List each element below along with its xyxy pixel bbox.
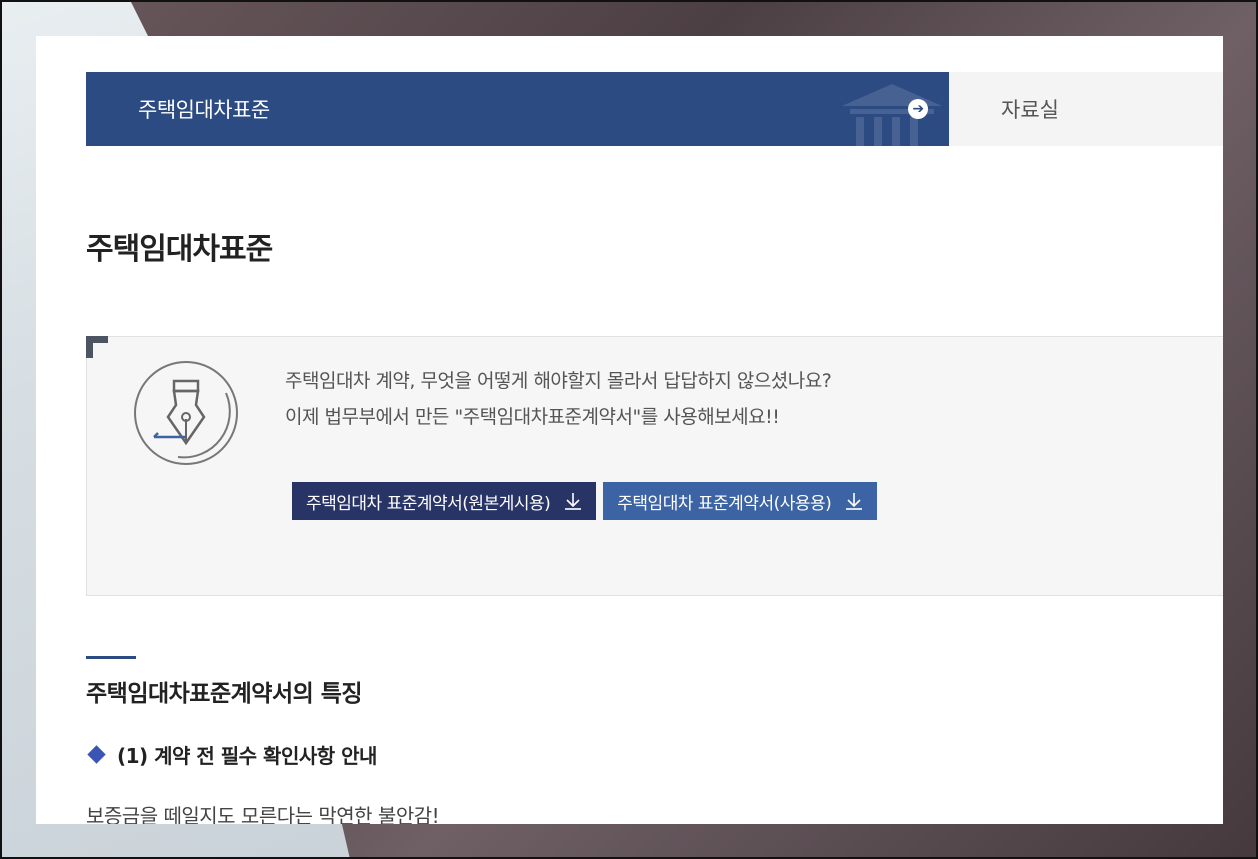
sub-heading: (1) 계약 전 필수 확인사항 안내: [86, 740, 377, 769]
intro-box: 주택임대차 계약, 무엇을 어떻게 해야할지 몰라서 답답하지 않으셨나요? 이…: [86, 336, 1223, 596]
arrow-right-icon[interactable]: ➔: [908, 99, 928, 119]
download-original-label: 주택임대차 표준계약서(원본게시용): [306, 493, 551, 514]
diamond-bullet-icon: [87, 745, 106, 764]
section-title: 주택임대차표준계약서의 특징: [86, 681, 363, 707]
tab-housing-lease-standard[interactable]: 주택임대차표준 ➔: [86, 72, 949, 146]
download-icon: [846, 493, 863, 510]
corner-mark: [86, 336, 108, 358]
page-title: 주택임대차표준: [86, 232, 273, 267]
top-navigation: 주택임대차표준 ➔ 자료실: [86, 72, 1223, 146]
tab-label: 자료실: [1001, 98, 1059, 122]
download-use-button[interactable]: 주택임대차 표준계약서(사용용): [603, 482, 878, 520]
content-panel: 주택임대차표준 ➔ 자료실 주택임대차표준 주택임대차 계약, 무엇을 어떻게 …: [36, 36, 1223, 824]
sub-heading-text: (1) 계약 전 필수 확인사항 안내: [117, 744, 377, 768]
body-text: 보증금을 떼일지도 모른다는 막연한 불안감!: [86, 804, 440, 824]
section-accent-bar: [86, 656, 136, 659]
building-icon: [842, 84, 942, 146]
download-use-label: 주택임대차 표준계약서(사용용): [617, 493, 832, 514]
intro-line-1: 주택임대차 계약, 무엇을 어떻게 해야할지 몰라서 답답하지 않으셨나요?: [285, 370, 832, 392]
download-icon: [565, 493, 582, 510]
intro-line-2: 이제 법무부에서 만든 "주택임대차표준계약서"를 사용해보세요!!: [285, 406, 780, 428]
intro-text: 주택임대차 계약, 무엇을 어떻게 해야할지 몰라서 답답하지 않으셨나요? 이…: [285, 363, 832, 435]
tab-label: 주택임대차표준: [138, 98, 270, 122]
tab-archive[interactable]: 자료실: [949, 72, 1223, 146]
download-buttons: 주택임대차 표준계약서(원본게시용) 주택임대차 표준계약서(사용용): [292, 482, 878, 520]
fountain-pen-icon: [134, 361, 238, 465]
download-original-button[interactable]: 주택임대차 표준계약서(원본게시용): [292, 482, 597, 520]
